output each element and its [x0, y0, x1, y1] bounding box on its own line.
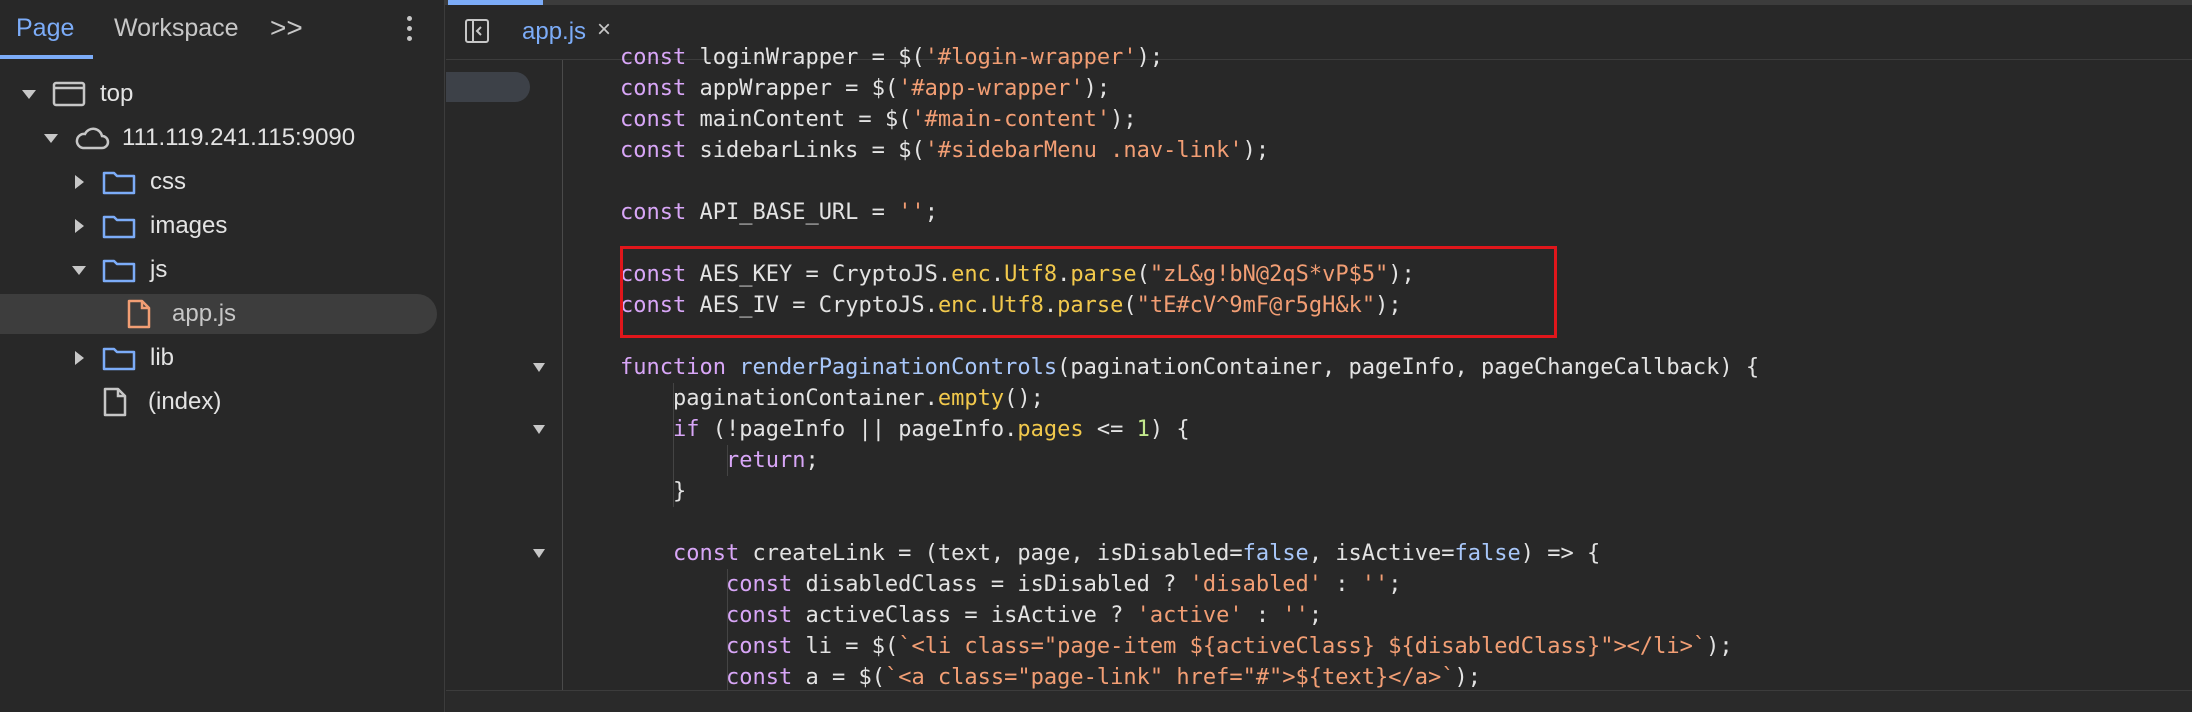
tab-page[interactable]: Page [16, 14, 74, 43]
more-options-icon[interactable] [405, 16, 413, 44]
indent-guide [727, 445, 728, 476]
line-number[interactable] [446, 42, 520, 73]
line-number[interactable] [446, 538, 520, 569]
tree-item-label: top [100, 80, 134, 107]
line-number[interactable] [446, 507, 520, 538]
fold-arrow-icon[interactable] [533, 549, 545, 558]
tree-item-label: images [150, 212, 228, 239]
code-line[interactable]: const loginWrapper = $('#login-wrapper')… [620, 42, 1163, 73]
tree-item--index-[interactable]: (index) [0, 382, 445, 422]
code-line[interactable]: } [620, 476, 686, 507]
code-line[interactable]: const mainContent = $('#main-content'); [620, 104, 1137, 135]
folder-icon [102, 257, 136, 290]
code-line[interactable]: const disabledClass = isDisabled ? 'disa… [620, 569, 1402, 600]
tab-page-underline [0, 55, 93, 59]
fold-arrow-icon[interactable] [533, 363, 545, 372]
line-number[interactable] [446, 73, 520, 104]
tree-item-app-js[interactable]: app.js [0, 294, 437, 334]
expand-arrow-icon[interactable] [22, 90, 36, 99]
line-number[interactable] [446, 135, 520, 166]
line-number[interactable] [446, 259, 520, 290]
tree-item-top[interactable]: top [0, 74, 445, 114]
collapse-arrow-icon[interactable] [75, 351, 84, 365]
tree-item-label: 111.119.241.115:9090 [122, 124, 356, 151]
code-line[interactable]: const appWrapper = $('#app-wrapper'); [620, 73, 1110, 104]
js-file-icon [126, 299, 152, 336]
tree-item-label: (index) [148, 388, 222, 415]
tree-item-label: css [150, 168, 186, 195]
code-line[interactable]: const li = $(`<li class="page-item ${act… [620, 631, 1733, 662]
expand-arrow-icon[interactable] [72, 266, 86, 275]
code-line[interactable]: const a = $(`<a class="page-link" href="… [620, 662, 1481, 693]
line-number[interactable] [446, 414, 520, 445]
folder-icon [102, 213, 136, 246]
code-line[interactable]: const sidebarLinks = $('#sidebarMenu .na… [620, 135, 1269, 166]
code-line[interactable]: const activeClass = isActive ? 'active' … [620, 600, 1322, 631]
horizontal-scrollbar[interactable] [446, 690, 2192, 712]
tree-item-111-119-241-115-9090[interactable]: 111.119.241.115:9090 [0, 118, 445, 158]
code-line[interactable]: const API_BASE_URL = ''; [620, 197, 938, 228]
code-line[interactable]: paginationContainer.empty(); [620, 383, 1044, 414]
line-number[interactable] [446, 476, 520, 507]
tree-item-images[interactable]: images [0, 206, 445, 246]
tree-item-label: js [150, 256, 168, 283]
cloud-icon [74, 125, 110, 158]
folder-icon [102, 345, 136, 378]
code-line[interactable]: return; [620, 445, 819, 476]
collapse-arrow-icon[interactable] [75, 219, 84, 233]
line-number[interactable] [446, 662, 520, 693]
line-number[interactable] [446, 228, 520, 259]
line-number[interactable] [446, 321, 520, 352]
collapse-arrow-icon[interactable] [75, 175, 84, 189]
line-number[interactable] [446, 104, 520, 135]
tree-item-css[interactable]: css [0, 162, 445, 202]
tab-workspace[interactable]: Workspace [114, 14, 239, 43]
gutter-divider [562, 60, 563, 690]
line-number[interactable] [446, 290, 520, 321]
indent-guide [673, 383, 674, 507]
more-tabs-chevron-icon[interactable]: >> [270, 12, 303, 44]
code-line[interactable]: if (!pageInfo || pageInfo.pages <= 1) { [620, 414, 1190, 445]
line-number[interactable] [446, 600, 520, 631]
line-number[interactable] [446, 197, 520, 228]
tree-item-label: lib [150, 344, 175, 371]
code-line[interactable]: const createLink = (text, page, isDisabl… [620, 538, 1600, 569]
file-tab-label[interactable]: app.js [522, 18, 586, 46]
indent-guide [727, 569, 728, 693]
code-line[interactable]: function renderPaginationControls(pagina… [620, 352, 1759, 383]
tree-item-lib[interactable]: lib [0, 338, 445, 378]
line-number[interactable] [446, 166, 520, 197]
toggle-navigator-icon[interactable] [464, 18, 490, 44]
line-number[interactable] [446, 352, 520, 383]
frame-icon [52, 81, 86, 114]
close-tab-icon[interactable]: × [597, 16, 611, 44]
folder-icon [102, 169, 136, 202]
line-number[interactable] [446, 445, 520, 476]
line-number[interactable] [446, 383, 520, 414]
file-icon [102, 387, 128, 424]
expand-arrow-icon[interactable] [44, 134, 58, 143]
tree-item-js[interactable]: js [0, 250, 445, 290]
tree-item-label: app.js [172, 300, 237, 327]
line-number[interactable] [446, 631, 520, 662]
line-number[interactable] [446, 569, 520, 600]
fold-arrow-icon[interactable] [533, 425, 545, 434]
highlight-annotation-box [620, 246, 1557, 338]
